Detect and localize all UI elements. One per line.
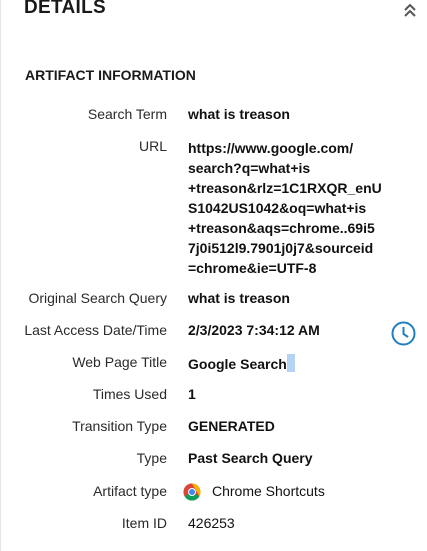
field-label: URL <box>138 138 167 154</box>
field-value: GENERATED <box>188 418 275 434</box>
text-cursor-selection <box>286 354 295 372</box>
collapse-button[interactable] <box>402 2 418 18</box>
field-value: what is treason <box>188 290 290 306</box>
url-line: 7j0i512l9.7901j0j7&sourceid <box>188 240 374 256</box>
chrome-icon <box>183 483 201 501</box>
field-value: 2/3/2023 7:34:12 AM <box>188 322 320 338</box>
field-label: Times Used <box>92 386 167 402</box>
field-value-wrapper[interactable]: Google Search <box>188 354 295 372</box>
url-line: +treason&aqs=chrome..69i5 <box>188 220 375 236</box>
field-label: Search Term <box>87 106 167 122</box>
field-label: Last Access Date/Time <box>24 322 167 338</box>
field-value: Google Search <box>188 356 287 372</box>
url-value: https://www.google.com/ search?q=what+is… <box>188 138 403 278</box>
details-panel: DETAILS ARTIFACT INFORMATION Search Term… <box>0 0 427 551</box>
url-line: +treason&rlz=1C1RXQR_enU <box>188 180 382 196</box>
url-line: S1042US1042&oq=what+is <box>188 200 367 216</box>
field-value: 426253 <box>188 515 235 531</box>
field-label: Item ID <box>121 515 167 531</box>
field-value: Past Search Query <box>188 450 313 466</box>
url-line: search?q=what+is <box>188 160 311 176</box>
clock-icon <box>391 321 416 346</box>
field-value: what is treason <box>188 106 290 122</box>
field-value: 1 <box>188 386 196 402</box>
details-title: DETAILS <box>24 0 106 18</box>
field-label: Transition Type <box>72 418 167 434</box>
field-label: Web Page Title <box>72 354 167 370</box>
double-chevron-up-icon <box>404 3 416 17</box>
timeline-clock-button[interactable] <box>391 321 416 346</box>
section-title-artifact-information: ARTIFACT INFORMATION <box>25 67 196 83</box>
field-value: Chrome Shortcuts <box>212 483 325 499</box>
field-label: Type <box>136 450 167 466</box>
field-label: Artifact type <box>93 483 167 499</box>
url-line: =chrome&ie=UTF-8 <box>188 260 317 276</box>
field-label: Original Search Query <box>28 290 167 306</box>
url-line: https://www.google.com/ <box>188 140 354 156</box>
